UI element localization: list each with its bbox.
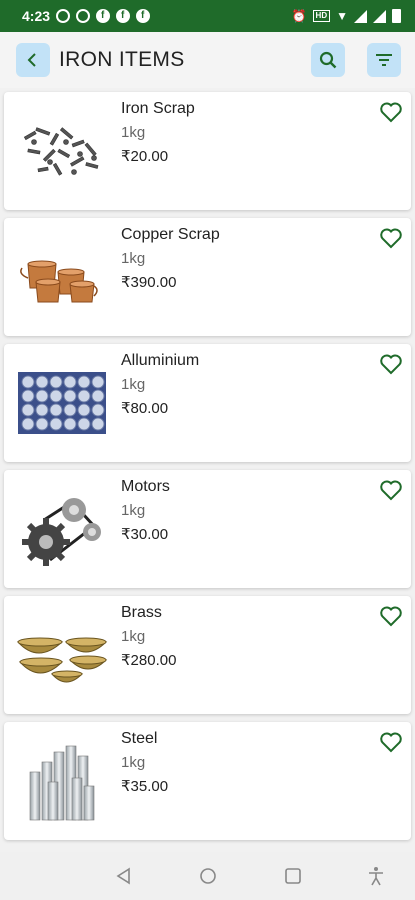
steel-pipes-icon [29,745,95,821]
nav-home-icon[interactable] [198,866,218,886]
status-bar: 4:23 ⏰ HD ▼ [0,0,415,32]
header-actions [311,43,401,77]
item-name: Iron Scrap [121,100,195,117]
item-weight: 1kg [121,754,146,771]
item-price: ₹80.00 [121,400,169,417]
heart-icon[interactable] [379,604,403,628]
heart-icon[interactable] [379,100,403,124]
list-item[interactable]: Motors 1kg ₹30.00 [4,470,411,588]
filter-icon [376,54,392,66]
wifi-icon: ▼ [336,9,348,23]
item-price: ₹390.00 [121,274,177,291]
nav-back-icon[interactable] [114,866,134,886]
chevron-left-icon [27,53,36,67]
list-item[interactable]: Copper Scrap 1kg ₹390.00 [4,218,411,336]
list-item[interactable]: Brass 1kg ₹280.00 [4,596,411,714]
accessibility-icon[interactable] [366,866,386,886]
item-price: ₹30.00 [121,526,169,543]
volte-icon: HD [312,10,331,22]
heart-icon[interactable] [379,730,403,754]
list-item[interactable]: Iron Scrap 1kg ₹20.00 [4,92,411,210]
item-info: Alluminium 1kg ₹80.00 [121,352,199,417]
app-header: IRON ITEMS [0,32,415,88]
status-left: 4:23 [22,8,151,24]
item-price: ₹280.00 [121,652,177,669]
whatsapp-icon [76,9,91,23]
item-info: Brass 1kg ₹280.00 [121,604,176,669]
list-item[interactable]: Steel 1kg ₹35.00 [4,722,411,840]
heart-icon[interactable] [379,352,403,376]
whatsapp-icon [56,9,71,23]
brass-bowls-icon [16,637,108,683]
item-name: Steel [121,730,158,747]
status-right: ⏰ HD ▼ [292,9,401,23]
battery-icon [392,9,401,23]
search-icon [319,51,337,69]
item-info: Copper Scrap 1kg ₹390.00 [121,226,220,291]
item-weight: 1kg [121,502,146,519]
heart-icon[interactable] [379,478,403,502]
item-weight: 1kg [121,124,146,141]
page-title: IRON ITEMS [59,48,185,71]
gears-icon [22,498,101,566]
filter-button[interactable] [367,43,401,77]
item-info: Steel 1kg ₹35.00 [121,730,168,795]
alarm-icon: ⏰ [291,9,307,23]
copper-pots-icon [20,260,98,303]
aluminium-cans-icon [18,372,106,434]
status-time: 4:23 [22,8,51,24]
screws-icon [23,127,99,176]
facebook-icon [116,9,131,23]
signal-icon [373,9,386,23]
search-button[interactable] [311,43,345,77]
system-nav-bar [0,852,415,900]
nav-recents-icon[interactable] [283,866,303,886]
item-name: Motors [121,478,170,495]
item-price: ₹35.00 [121,778,169,795]
facebook-icon [96,9,111,23]
item-name: Copper Scrap [121,226,220,243]
item-weight: 1kg [121,376,146,393]
item-name: Alluminium [121,352,200,369]
item-price: ₹20.00 [121,148,169,165]
item-info: Iron Scrap 1kg ₹20.00 [121,100,195,165]
back-button[interactable] [16,43,50,77]
signal-icon [354,9,367,23]
item-weight: 1kg [121,250,146,267]
item-info: Motors 1kg ₹30.00 [121,478,170,543]
heart-icon[interactable] [379,226,403,250]
item-weight: 1kg [121,628,146,645]
list-item[interactable]: Alluminium 1kg ₹80.00 [4,344,411,462]
facebook-icon [136,9,151,23]
item-name: Brass [121,604,162,621]
